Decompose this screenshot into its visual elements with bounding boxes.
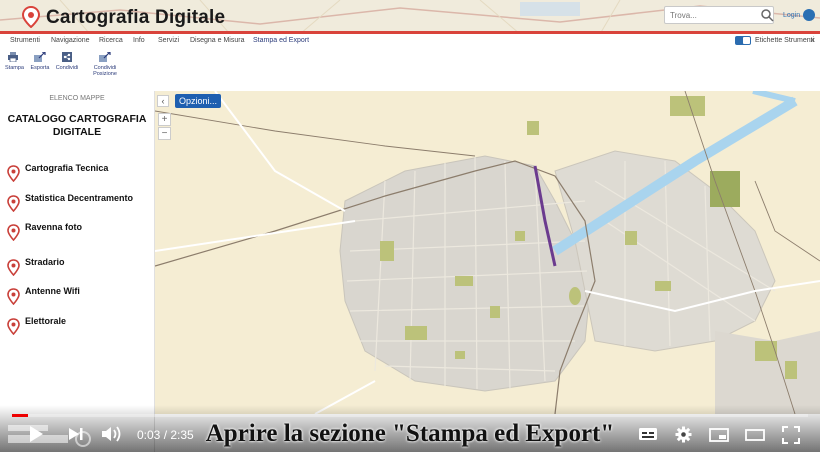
collapse-sidebar-button[interactable]: ‹ [157,95,169,107]
map-pin-icon [7,288,20,305]
next-icon[interactable] [68,427,84,441]
map-item-elettorale[interactable]: Elettorale [4,316,150,342]
login-link[interactable]: Login [783,12,800,19]
menu-stampa-export[interactable]: Stampa ed Export [253,37,309,44]
search-icon[interactable] [760,8,774,22]
video-progress-fill [12,414,28,417]
map-item-antenne-wifi[interactable]: Antenne Wifi [4,286,150,312]
menu-strumenti[interactable]: Strumenti [10,37,40,44]
export-icon [34,52,46,62]
search-input[interactable] [664,6,774,24]
tool-esporta[interactable]: Esporta [30,52,50,71]
app-title: Cartografia Digitale [46,7,226,28]
share-position-icon [99,52,111,62]
sidebar-header: ELENCO MAPPE [49,95,105,102]
logo-pin-icon [22,6,40,28]
city-map [155,91,820,414]
subtitles-icon[interactable] [638,427,658,441]
sidebar: ELENCO MAPPE CATALOGO CARTOGRAFIA DIGITA… [0,91,155,452]
tool-label: Condividi Posizione [93,65,117,77]
tool-label: Esporta [30,65,50,71]
toolbar: Stampa Esporta Condividi Condividi Posiz… [0,48,820,92]
map-pin-icon [7,259,20,276]
settings-gear-icon[interactable] [675,426,692,443]
map-pin-icon [7,195,20,212]
video-progress-track[interactable] [12,414,808,417]
map-item-cartografia-tecnica[interactable]: Cartografia Tecnica [4,163,150,189]
app-header: Cartografia Digitale Login [0,0,820,34]
labels-toggle[interactable] [735,36,751,45]
map-pin-icon [7,165,20,182]
sidebar-title: CATALOGO CARTOGRAFIA DIGITALE [7,113,147,138]
share-icon [62,52,72,62]
tool-label: Condividi [55,65,79,71]
menu-ricerca[interactable]: Ricerca [99,37,123,44]
zoom-out-button[interactable]: − [158,127,171,140]
tool-condividi[interactable]: Condividi [55,52,79,71]
map-item-statistica-decentramento[interactable]: Statistica Decentramento [4,193,150,219]
tool-label: Stampa [5,65,24,71]
accessibility-icon[interactable] [803,9,815,21]
play-icon[interactable] [28,425,44,443]
zoom-in-button[interactable]: + [158,113,171,126]
options-button[interactable]: Opzioni... [175,94,221,108]
map-item-label: Stradario [25,257,65,267]
map-item-label: Elettorale [25,316,67,326]
map-canvas[interactable] [155,91,820,414]
menu-servizi[interactable]: Servizi [158,37,179,44]
map-pin-icon [7,224,20,241]
menu-close-button[interactable]: × [810,35,815,45]
miniplayer-icon[interactable] [709,428,729,442]
labels-toggle-label: Etichette Strumenti [755,37,815,44]
map-item-label: Antenne Wifi [25,286,80,296]
tool-stampa[interactable]: Stampa [5,52,24,71]
video-time: 0:03 / 2:35 [137,428,194,442]
theater-mode-icon[interactable] [745,428,765,442]
map-item-label: Cartografia Tecnica [25,163,109,173]
map-item-ravenna-foto[interactable]: Ravenna foto [4,222,150,248]
map-item-stradario[interactable]: Stradario [4,257,150,283]
app-window: Cartografia Digitale Login Strumenti Nav… [0,0,820,452]
tool-condividi-posizione[interactable]: Condividi Posizione [90,52,120,77]
video-caption: Aprire la sezione "Stampa ed Export" [205,420,615,447]
menu-disegna-misura[interactable]: Disegna e Misura [190,37,244,44]
map-item-label: Statistica Decentramento [25,193,134,203]
volume-icon[interactable] [101,425,123,443]
fullscreen-icon[interactable] [782,426,800,444]
main-menu: Strumenti Navigazione Ricerca Info Servi… [0,34,820,49]
menu-info[interactable]: Info [133,37,145,44]
menu-navigazione[interactable]: Navigazione [51,37,90,44]
current-time: 0:03 [137,428,161,442]
printer-icon [8,52,18,62]
map-item-label: Ravenna foto [25,222,83,232]
map-pin-icon [7,318,20,335]
duration: 2:35 [170,428,194,442]
